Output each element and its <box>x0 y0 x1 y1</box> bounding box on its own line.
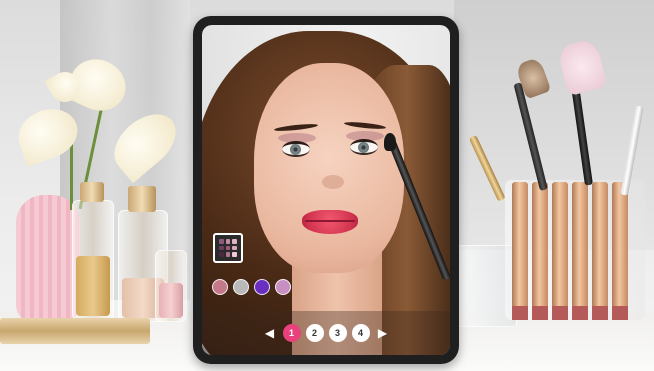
page-dot-2[interactable]: 2 <box>305 324 324 342</box>
palette-color-cell <box>232 245 237 251</box>
makeup-promo-scene: ◀ 1234 ▶ <box>0 0 654 371</box>
lipstick-bullet <box>612 306 628 320</box>
palette-color-cell <box>225 245 231 251</box>
palette-color-cell <box>219 252 224 257</box>
model-face <box>254 63 404 273</box>
palette-color-cell <box>219 245 224 251</box>
chevron-right-icon[interactable]: ▶ <box>376 326 390 340</box>
page-dot-3[interactable]: 3 <box>328 324 347 342</box>
lipstick <box>552 182 568 314</box>
eyeshadow-palette-icon[interactable] <box>213 233 243 263</box>
palette-color-cell <box>232 252 237 257</box>
pagination-dots: 1234 <box>282 324 370 342</box>
page-dot-4[interactable]: 4 <box>351 324 370 342</box>
lips-line <box>305 220 355 222</box>
color-swatch-row <box>212 279 291 295</box>
palette-color-cell <box>232 239 237 244</box>
chevron-left-icon[interactable]: ◀ <box>263 326 277 340</box>
lipstick <box>612 182 628 314</box>
palette-color-cell <box>219 239 224 244</box>
eyeshadow-brush-tip <box>384 133 396 151</box>
perfume-cap <box>80 182 104 202</box>
color-swatch-1[interactable] <box>212 279 228 295</box>
lipstick <box>592 182 608 314</box>
virtual-try-on-screen: ◀ 1234 ▶ <box>202 25 450 355</box>
pink-vase <box>16 195 80 323</box>
color-swatch-4[interactable] <box>275 279 291 295</box>
lipstick-bullet <box>512 306 528 320</box>
color-swatch-2[interactable] <box>233 279 249 295</box>
lipstick <box>532 182 548 314</box>
lipstick <box>572 182 588 314</box>
nose <box>322 175 344 189</box>
palette-color-cell <box>225 252 231 257</box>
eye <box>350 139 378 155</box>
lipstick-bullet <box>532 306 548 320</box>
tablet-device: ◀ 1234 ▶ <box>193 16 459 364</box>
lipstick-bullet <box>592 306 608 320</box>
page-dot-1[interactable]: 1 <box>282 324 301 342</box>
lipstick-bullet <box>552 306 568 320</box>
pagination-bar: ◀ 1234 ▶ <box>202 311 450 355</box>
perfume-bottle <box>155 250 187 322</box>
perfume-bottle <box>72 200 114 320</box>
lipstick <box>512 182 528 314</box>
lips <box>302 210 358 234</box>
palette-color-cell <box>225 239 231 244</box>
perfume-cap <box>128 186 156 212</box>
color-swatch-3[interactable] <box>254 279 270 295</box>
lipstick-bullet <box>572 306 588 320</box>
eye <box>282 141 310 157</box>
lipstick-tube <box>0 318 150 344</box>
